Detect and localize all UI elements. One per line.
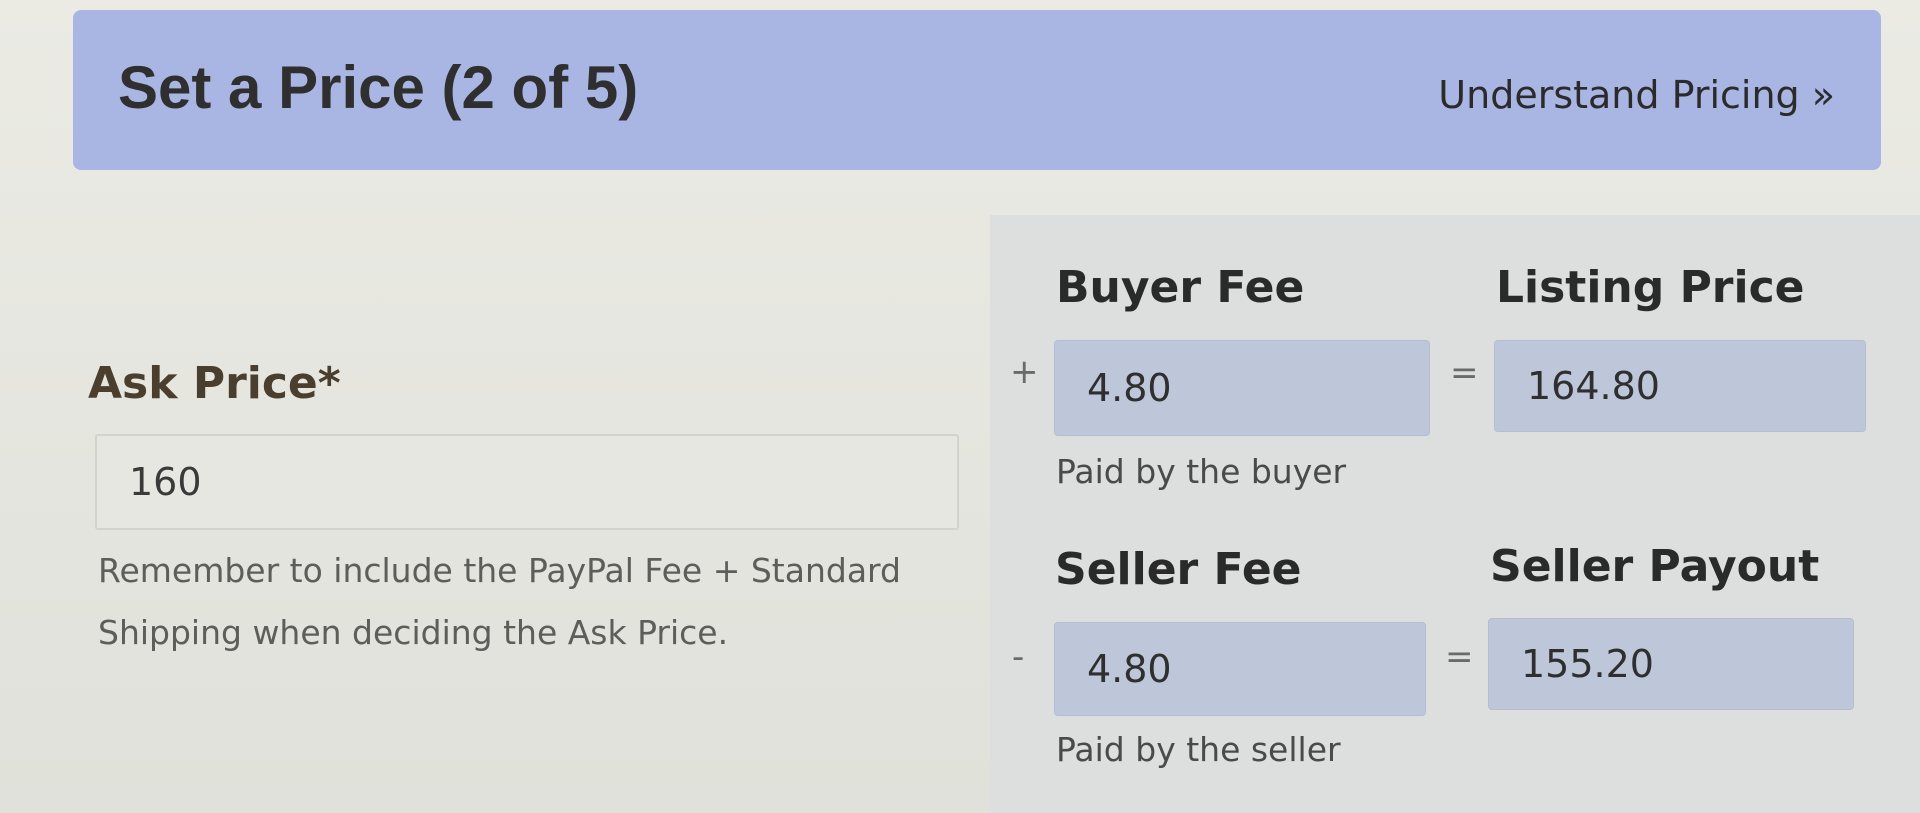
seller-fee-field[interactable] [1054, 622, 1426, 716]
seller-fee-label: Seller Fee [1055, 544, 1302, 595]
seller-payout-label: Seller Payout [1490, 541, 1820, 592]
buyer-fee-note: Paid by the buyer [1056, 452, 1347, 491]
seller-payout-field[interactable] [1488, 618, 1854, 710]
plus-operator: + [1010, 352, 1039, 392]
equals-operator-listing: = [1450, 353, 1479, 393]
ask-price-input[interactable] [95, 434, 959, 530]
ask-price-label: Ask Price* [88, 358, 341, 409]
listing-price-field[interactable] [1494, 340, 1866, 432]
listing-price-label: Listing Price [1496, 262, 1805, 313]
pricing-step-page: Set a Price (2 of 5) Understand Pricing … [0, 0, 1920, 813]
minus-operator: - [1012, 637, 1025, 677]
seller-fee-note: Paid by the seller [1056, 730, 1341, 769]
understand-pricing-link[interactable]: Understand Pricing » [1438, 76, 1835, 114]
page-title: Set a Price (2 of 5) [118, 54, 639, 121]
ask-price-helper-text: Remember to include the PayPal Fee + Sta… [98, 551, 901, 652]
equals-operator-payout: = [1445, 637, 1474, 677]
buyer-fee-field[interactable] [1054, 340, 1430, 436]
step-header: Set a Price (2 of 5) Understand Pricing … [73, 10, 1881, 170]
buyer-fee-label: Buyer Fee [1056, 262, 1305, 313]
